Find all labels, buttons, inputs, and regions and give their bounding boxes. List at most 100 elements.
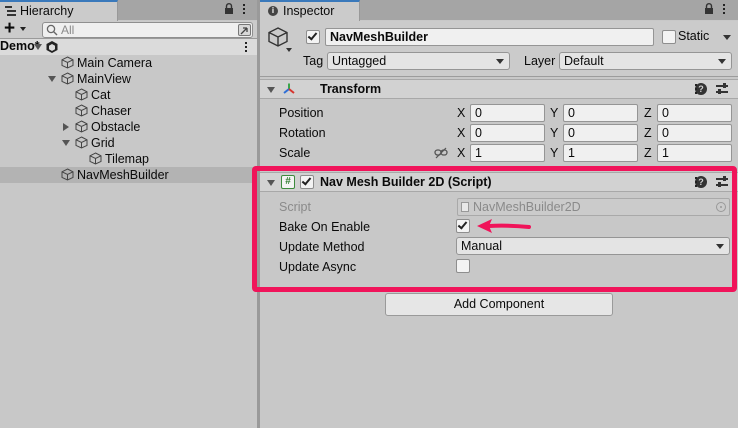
gameobject-cube-icon xyxy=(75,120,88,133)
constrain-proportions-icon[interactable] xyxy=(434,147,448,159)
hierarchy-item-label: Main Camera xyxy=(77,56,153,70)
hierarchy-item-grid[interactable]: Grid xyxy=(0,135,257,151)
scale-x-field[interactable]: 1 xyxy=(470,144,545,162)
scale-z-field[interactable]: 1 xyxy=(657,144,732,162)
axis-y-label[interactable]: Y xyxy=(550,146,558,160)
hierarchy-item-label: MainView xyxy=(77,72,131,86)
axis-y-label[interactable]: Y xyxy=(550,106,558,120)
script-file-icon xyxy=(461,202,469,212)
component-kebab-menu-icon[interactable] xyxy=(695,84,697,94)
scene-row-demo[interactable]: Demo* xyxy=(0,39,257,55)
transform-component-header[interactable]: Transform ? xyxy=(260,79,738,99)
info-icon: i xyxy=(268,6,278,16)
gameobject-cube-icon xyxy=(75,104,88,117)
create-dropdown-caret-icon[interactable] xyxy=(20,27,26,31)
rotation-y-field[interactable]: 0 xyxy=(563,124,638,142)
component-fold-arrow-icon[interactable] xyxy=(267,180,275,186)
component-fold-arrow-icon[interactable] xyxy=(267,87,275,93)
transform-title: Transform xyxy=(320,82,382,96)
hierarchy-kebab-menu-icon[interactable] xyxy=(243,4,245,15)
tag-dropdown[interactable]: Untagged xyxy=(327,52,510,70)
position-y-field[interactable]: 0 xyxy=(563,104,638,122)
position-x-field[interactable]: 0 xyxy=(470,104,545,122)
script-label: Script xyxy=(279,200,311,214)
static-dropdown-caret-icon[interactable] xyxy=(723,35,731,40)
hierarchy-search-input[interactable]: All xyxy=(42,22,253,38)
script-hash-icon: # xyxy=(281,175,295,189)
layer-label: Layer xyxy=(524,54,556,68)
inspector-panel: i Inspector NavMeshBuilder Static Tag Un… xyxy=(252,0,738,428)
scene-kebab-menu-icon[interactable] xyxy=(245,42,247,52)
object-name-field[interactable]: NavMeshBuilder xyxy=(325,28,654,46)
update-method-dropdown[interactable]: Manual xyxy=(456,237,730,255)
tag-value: Untagged xyxy=(332,54,387,68)
fold-arrow-icon[interactable] xyxy=(48,76,56,82)
hierarchy-item-obstacle[interactable]: Obstacle xyxy=(0,119,257,135)
tab-hierarchy[interactable]: Hierarchy xyxy=(0,0,118,21)
script-object-field: NavMeshBuilder2D xyxy=(457,198,730,216)
update-async-checkbox[interactable] xyxy=(456,259,470,273)
component-kebab-menu-icon[interactable] xyxy=(695,177,697,187)
update-method-value: Manual xyxy=(461,239,502,253)
gameobject-cube-icon xyxy=(61,56,74,69)
gameobject-cube-icon xyxy=(89,152,102,165)
script-component-title: Nav Mesh Builder 2D (Script) xyxy=(320,175,492,189)
axis-x-label[interactable]: X xyxy=(457,146,465,160)
layer-dropdown[interactable]: Default xyxy=(559,52,732,70)
rotation-x-field[interactable]: 0 xyxy=(470,124,545,142)
axis-z-label[interactable]: Z xyxy=(644,146,652,160)
lock-icon[interactable] xyxy=(704,3,714,14)
layer-value: Default xyxy=(564,54,604,68)
hierarchy-item-main-camera[interactable]: Main Camera xyxy=(0,55,257,71)
hierarchy-item-label: Chaser xyxy=(91,104,132,118)
gameobject-header: NavMeshBuilder Static Tag Untagged Layer… xyxy=(260,21,738,77)
hierarchy-item-tilemap[interactable]: Tilemap xyxy=(0,151,257,167)
scale-y-field[interactable]: 1 xyxy=(563,144,638,162)
fold-arrow-icon[interactable] xyxy=(62,140,70,146)
position-label: Position xyxy=(279,106,324,120)
lock-icon[interactable] xyxy=(224,3,234,14)
add-component-button[interactable]: Add Component xyxy=(385,293,613,316)
navmesh-builder-component-header[interactable]: # Nav Mesh Builder 2D (Script) ? xyxy=(260,172,738,192)
search-icon xyxy=(46,24,58,36)
hierarchy-item-chaser[interactable]: Chaser xyxy=(0,103,257,119)
bake-on-enable-label: Bake On Enable xyxy=(279,220,371,234)
bake-on-enable-checkbox[interactable] xyxy=(456,219,470,233)
rotation-z-field[interactable]: 0 xyxy=(657,124,732,142)
axis-x-label[interactable]: X xyxy=(457,106,465,120)
hierarchy-item-cat[interactable]: Cat xyxy=(0,87,257,103)
hierarchy-item-navmeshbuilder[interactable]: NavMeshBuilder xyxy=(0,167,257,183)
static-label: Static xyxy=(678,29,710,43)
search-by-type-icon[interactable] xyxy=(238,24,251,36)
create-plus-icon[interactable]: + xyxy=(4,18,15,40)
tab-inspector[interactable]: i Inspector xyxy=(260,0,360,21)
axis-z-label[interactable]: Z xyxy=(644,106,652,120)
inspector-kebab-menu-icon[interactable] xyxy=(723,4,725,15)
hierarchy-item-mainview[interactable]: MainView xyxy=(0,71,257,87)
active-checkbox[interactable] xyxy=(306,30,320,44)
tag-label: Tag xyxy=(303,54,324,68)
hierarchy-panel: Hierarchy + All Demo* Main Camera MainVi… xyxy=(0,0,257,428)
hierarchy-item-label: Cat xyxy=(91,88,111,102)
inspector-tab-label: Inspector xyxy=(283,4,335,18)
object-picker-icon xyxy=(716,202,726,212)
icon-dropdown-caret-icon[interactable] xyxy=(286,48,292,52)
component-enabled-checkbox[interactable] xyxy=(300,175,314,189)
axis-z-label[interactable]: Z xyxy=(644,126,652,140)
axis-x-label[interactable]: X xyxy=(457,126,465,140)
position-z-field[interactable]: 0 xyxy=(657,104,732,122)
scene-fold-arrow-icon[interactable] xyxy=(34,44,42,50)
axis-y-label[interactable]: Y xyxy=(550,126,558,140)
gameobject-cube-icon xyxy=(61,72,74,85)
unity-scene-icon xyxy=(46,41,58,53)
static-checkbox[interactable] xyxy=(662,30,676,44)
fold-arrow-icon[interactable] xyxy=(63,123,69,131)
preset-sliders-icon[interactable] xyxy=(716,83,728,95)
preset-sliders-icon[interactable] xyxy=(716,176,728,188)
gameobject-cube-icon[interactable] xyxy=(267,26,289,48)
update-async-label: Update Async xyxy=(279,260,357,274)
search-placeholder: All xyxy=(61,23,75,37)
gameobject-cube-icon xyxy=(75,136,88,149)
annotation-arrow-icon xyxy=(477,219,531,233)
gameobject-cube-icon xyxy=(75,88,88,101)
